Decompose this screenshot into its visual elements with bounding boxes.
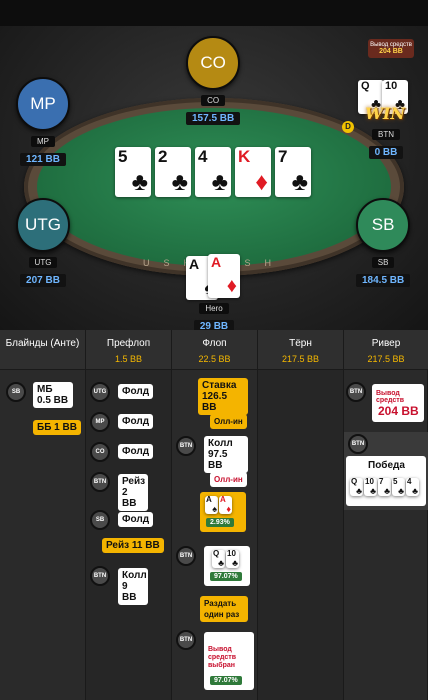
seat-utg[interactable]: UTG UTG 207 BB — [16, 198, 70, 288]
player-chip: BTN — [90, 472, 110, 492]
dealer-button-icon: D — [342, 121, 354, 133]
header-blinds[interactable]: Блайнды (Анте) — [0, 330, 86, 369]
seat-name: CO — [201, 95, 226, 106]
avatar: UTG — [16, 198, 70, 252]
seat-mp[interactable]: MP MP 121 BB — [16, 77, 70, 167]
hero-hole-cards: A♠ A♦ — [186, 254, 242, 300]
card: 4 ♣ — [406, 477, 419, 496]
player-chip: BTN — [176, 436, 196, 456]
seat-name: SB — [371, 257, 395, 268]
winning-hand-cards: Q ♣ 10 ♣ 7 ♣ 5 ♣ 4 ♣ — [350, 478, 419, 496]
btn-cards-mini: Q ♣ 10 ♣ — [212, 550, 239, 568]
player-chip-sb: SB — [6, 382, 26, 402]
win-label: Победа — [368, 460, 405, 471]
board-card: 2 ♣ — [155, 147, 191, 197]
header-preflop[interactable]: Префлоп 1.5 BB — [86, 330, 172, 369]
run-once-tag: Раздать один раз — [200, 596, 248, 622]
card: Q ♣ — [350, 477, 363, 496]
seat-name: Hero — [199, 303, 229, 314]
board-card: 4 ♣ — [195, 147, 231, 197]
seat-name: BTN — [372, 129, 400, 140]
win-banner: WIN — [364, 104, 406, 123]
column-river: BTN Вывод средств 204 BB BTN Победа Q ♣ 1… — [344, 370, 428, 700]
withdraw-value: 204 BB — [379, 48, 403, 55]
seat-stack: 207 BB — [20, 274, 66, 287]
header-turn[interactable]: Тёрн 217.5 BB — [258, 330, 344, 369]
seat-stack: 29 BB — [193, 320, 235, 330]
seat-sb[interactable]: SB SB 184.5 BB — [356, 198, 411, 288]
player-chip: SB — [90, 510, 110, 530]
board-card: 5 ♣ — [115, 147, 151, 197]
board-card: K ♦ — [235, 147, 271, 197]
header-river[interactable]: Ривер 217.5 BB — [344, 330, 428, 369]
seat-name: MP — [31, 136, 55, 147]
card: A ♦ — [219, 495, 232, 514]
card: 7 ♣ — [378, 477, 391, 496]
seat-stack: 157.5 BB — [186, 112, 241, 125]
avatar: CO — [186, 36, 241, 90]
card: 5 ♣ — [392, 477, 405, 496]
hero-cards-mini: A ♠ A ♦ — [205, 496, 232, 514]
seat-name: UTG — [28, 257, 58, 268]
withdraw-label: Вывод средств — [376, 390, 405, 404]
column-turn — [258, 370, 344, 700]
withdraw-box: Вывод средств 204 BB — [368, 39, 414, 58]
top-bar — [0, 0, 428, 26]
card: 10 ♣ — [364, 477, 377, 496]
player-chip: BTN — [176, 546, 196, 566]
poker-table-area: USHCASH CO CO 157.5 BB MP MP 121 BB UTG … — [0, 0, 428, 330]
hero-equity: 2.93% — [206, 518, 234, 527]
column-preflop: UTG Фолд MP Фолд CO Фолд BTN Рейз 2 BB S… — [86, 370, 172, 700]
community-cards: 5 ♣ 2 ♣ 4 ♣ K ♦ 7 ♣ — [115, 147, 311, 197]
column-flop: Ставка 126.5 BB Олл-ин BTN Колл 97.5 BB … — [172, 370, 258, 700]
seat-stack: 184.5 BB — [356, 274, 411, 287]
player-chip: BTN — [90, 566, 110, 586]
withdraw-value: 204 BB — [378, 404, 419, 418]
hero-action: Рейз 11 BB — [102, 538, 164, 553]
action: Фолд — [118, 414, 154, 429]
action: Фолд — [118, 444, 154, 459]
avatar: SB — [356, 198, 411, 252]
action: Колл 9 BB — [118, 568, 148, 605]
btn-equity-2: 97.07% — [210, 676, 242, 685]
allin-tag: Олл-ин — [210, 414, 247, 429]
card: A♠ — [205, 495, 218, 514]
action: Фолд — [118, 512, 154, 527]
allin-tag: Олл-ин — [210, 472, 247, 487]
player-chip: BTN — [176, 630, 196, 650]
player-chip: UTG — [90, 382, 110, 402]
player-chip: MP — [90, 412, 110, 432]
action-call: Колл 97.5 BB — [204, 436, 248, 473]
street-headers: Блайнды (Анте) Префлоп 1.5 BB Флоп 22.5 … — [0, 330, 428, 370]
seat-co[interactable]: CO CO 157.5 BB — [186, 36, 241, 126]
btn-equity: 97.07% — [210, 572, 242, 581]
hero-bet: Ставка 126.5 BB — [198, 378, 248, 415]
action: Фолд — [118, 384, 154, 399]
seat-stack: 121 BB — [20, 153, 66, 166]
action: Рейз 2 BB — [118, 474, 148, 511]
card: Q ♣ — [212, 549, 225, 568]
seat-btn[interactable]: BTN 0 BB — [356, 124, 416, 160]
seat-stack: 0 BB — [368, 146, 404, 159]
action-bb: ББ 1 BB — [33, 420, 81, 435]
column-blinds: SB МБ 0.5 BB ББ 1 BB — [0, 370, 86, 700]
seat-hero[interactable]: Hero 29 BB — [186, 298, 242, 330]
avatar: MP — [16, 77, 70, 131]
card: 10 ♣ — [226, 549, 239, 568]
withdraw-selected-text: Вывод средств выбран — [208, 646, 237, 669]
board-card: 7 ♣ — [275, 147, 311, 197]
player-chip: BTN — [348, 434, 368, 454]
hand-history: Блайнды (Анте) Префлоп 1.5 BB Флоп 22.5 … — [0, 330, 428, 700]
player-chip: BTN — [346, 382, 366, 402]
action-sb: МБ 0.5 BB — [33, 382, 73, 408]
card: A ♦ — [208, 254, 240, 298]
header-flop[interactable]: Флоп 22.5 BB — [172, 330, 258, 369]
player-chip: CO — [90, 442, 110, 462]
